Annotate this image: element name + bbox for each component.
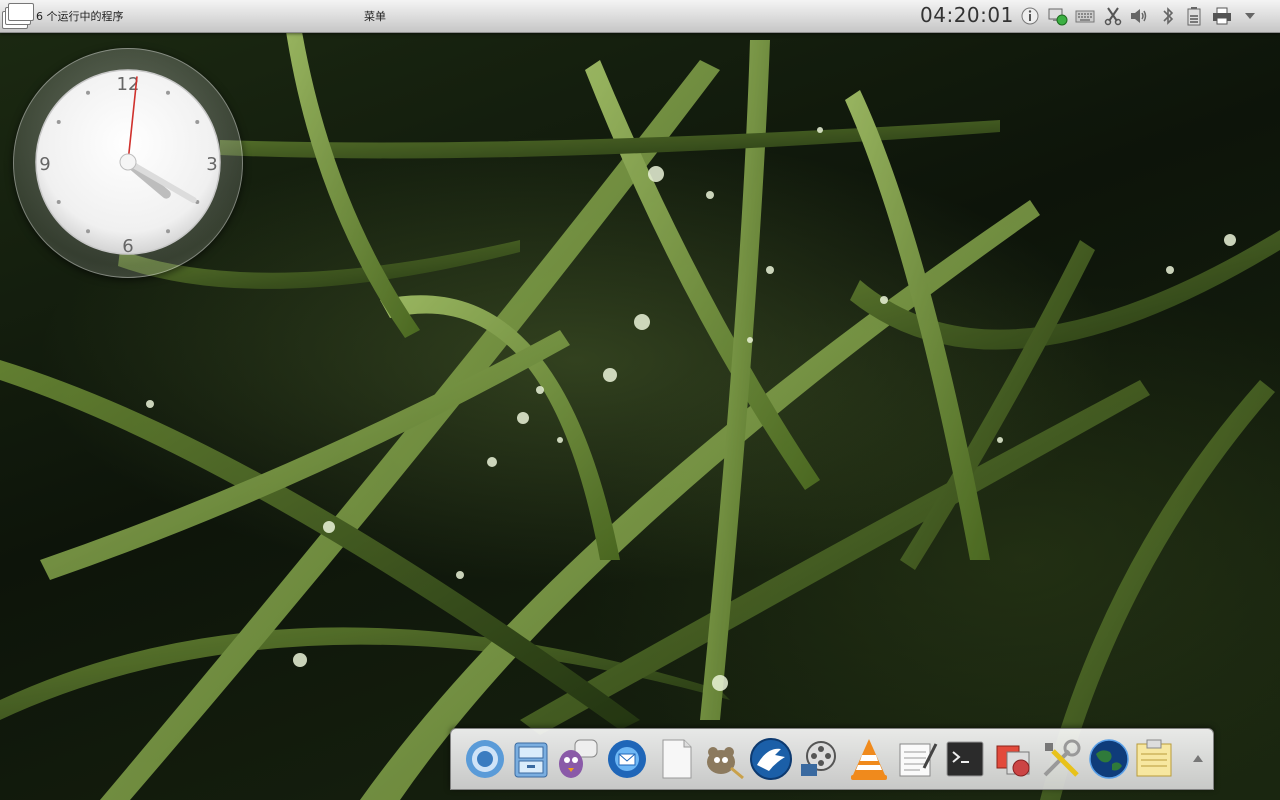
window-stack-icon [2,3,34,29]
task-switcher-button[interactable]: 6 个运行中的程序 [2,2,124,30]
video-editor-icon[interactable] [797,735,841,783]
text-document-icon[interactable] [655,735,699,783]
chromium-icon[interactable] [463,735,507,783]
clock-hour-tick [56,120,61,124]
volume-icon[interactable] [1129,6,1149,26]
clock-numeral-9: 9 [39,154,50,175]
clock-hour-tick [166,90,170,95]
pidgin-chat-icon[interactable] [555,735,599,783]
info-icon[interactable] [1020,6,1040,26]
wolf-browser-icon[interactable] [749,735,793,783]
clock-hour-tick [56,200,61,204]
top-panel: 6 个运行中的程序 菜单 04:20:01 [0,0,1280,33]
clock-hour-tick [166,229,170,234]
printer-icon[interactable] [1212,6,1232,26]
panel-clock[interactable]: 04:20:01 [920,3,1014,27]
clock-hour-tick [86,229,90,234]
clipboard-scissors-icon[interactable] [1103,6,1123,26]
software-center-icon[interactable] [991,735,1035,783]
keyboard-icon[interactable] [1075,6,1095,26]
application-dock [450,728,1214,790]
gimp-icon[interactable] [701,735,745,783]
notes-icon[interactable] [1133,735,1177,783]
clock-numeral-3: 3 [206,154,217,175]
clock-center-pin [119,153,137,171]
clock-numeral-6: 6 [122,236,133,257]
clock-hour-tick [195,120,200,124]
tray-expand-arrow-icon[interactable] [1240,6,1260,26]
globe-icon[interactable] [1087,735,1131,783]
battery-icon[interactable] [1184,6,1204,26]
analog-clock-widget[interactable]: 12 3 6 9 [13,48,243,278]
vlc-icon[interactable] [847,735,891,783]
text-editor-icon[interactable] [895,735,939,783]
dock-expand-arrow-icon[interactable] [1191,751,1205,765]
thunderbird-mail-icon[interactable] [605,735,649,783]
running-programs-label: 6 个运行中的程序 [36,10,124,23]
clock-hour-tick [86,90,90,95]
network-icon[interactable] [1048,6,1068,26]
terminal-icon[interactable] [943,735,987,783]
settings-tools-icon[interactable] [1039,735,1083,783]
menu-button[interactable]: 菜单 [364,8,386,24]
file-manager-icon[interactable] [509,735,553,783]
bluetooth-icon[interactable] [1158,6,1178,26]
